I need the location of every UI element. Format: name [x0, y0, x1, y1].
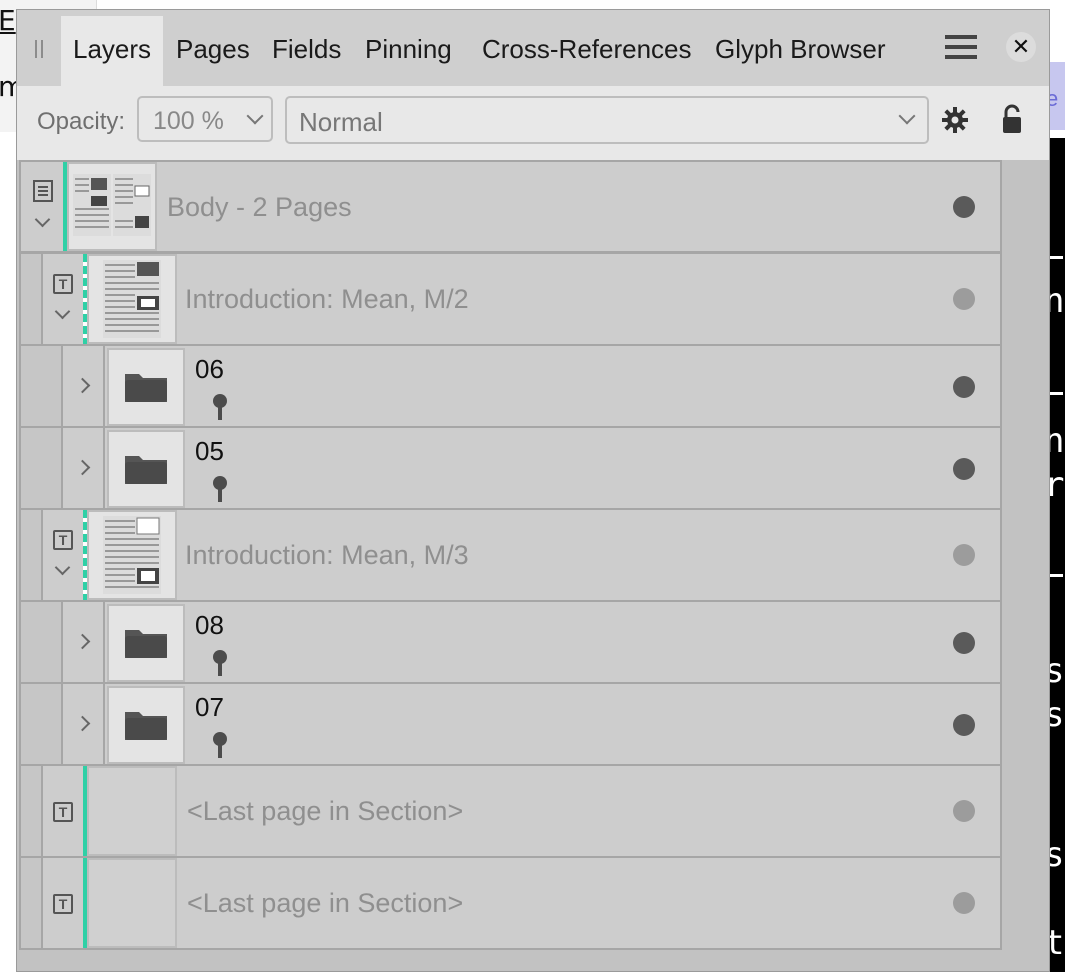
pin-icon [213, 650, 227, 676]
indent-rail [21, 510, 43, 600]
lock-icon[interactable] [1001, 104, 1023, 134]
drag-handle-icon[interactable] [35, 40, 43, 58]
chevron-right-icon[interactable] [74, 715, 91, 732]
page-thumbnail [87, 254, 177, 344]
layer-name: Introduction: Mean, M/3 [185, 540, 469, 570]
layer-row[interactable]: 06 [19, 344, 1002, 428]
indent-rail [41, 684, 63, 764]
background-divider [1049, 256, 1063, 259]
close-icon[interactable]: ✕ [1006, 32, 1036, 62]
indent-rail [41, 346, 63, 426]
row-divider [103, 602, 105, 682]
layer-row[interactable]: T <Last page in Section> [19, 856, 1002, 950]
layers-list: Body - 2 Pages T Introduction: Mean, M/2 [17, 160, 1003, 950]
tab-layers[interactable]: Layers [61, 16, 163, 86]
layer-name: Introduction: Mean, M/2 [185, 284, 469, 314]
chevron-right-icon[interactable] [74, 633, 91, 650]
group-thumbnail [107, 430, 185, 508]
pin-icon [213, 732, 227, 758]
indent-rail [21, 428, 43, 508]
folder-icon [125, 712, 167, 740]
chevron-down-icon[interactable] [54, 303, 71, 320]
indent-rail [41, 428, 63, 508]
chevron-down-icon [246, 107, 264, 125]
visibility-dot[interactable] [953, 376, 975, 398]
visibility-dot[interactable] [953, 892, 975, 914]
blend-mode-dropdown[interactable]: Normal [285, 96, 929, 144]
layer-row[interactable]: Body - 2 Pages [19, 160, 1002, 253]
layer-row[interactable]: 08 [19, 600, 1002, 684]
folder-icon [125, 456, 167, 484]
opacity-label: Opacity: [37, 108, 126, 135]
panel-tab-bar: Layers Pages Fields Pinning Cross-Refere… [17, 10, 1049, 86]
visibility-dot[interactable] [953, 458, 975, 480]
page-list-icon [33, 180, 53, 202]
row-divider [103, 428, 105, 508]
indent-rail [21, 858, 43, 948]
indent-rail [21, 254, 43, 344]
text-frame-icon: T [53, 274, 73, 294]
tab-cross-references[interactable]: Cross-References [470, 16, 704, 86]
background-text-fragment: E [0, 4, 16, 37]
layers-panel: Layers Pages Fields Pinning Cross-Refere… [16, 9, 1050, 972]
chevron-right-icon[interactable] [74, 459, 91, 476]
row-divider [103, 346, 105, 426]
gear-icon[interactable] [941, 106, 969, 134]
layer-row[interactable]: 07 [19, 682, 1002, 766]
layer-name: 07 [195, 692, 224, 722]
page-thumbnail [87, 510, 177, 600]
indent-rail [21, 766, 43, 856]
layer-row[interactable]: T <Last page in Section> [19, 764, 1002, 858]
chevron-down-icon [898, 107, 916, 125]
folder-icon [125, 374, 167, 402]
group-thumbnail [107, 348, 185, 426]
blend-mode-value: Normal [299, 107, 383, 137]
group-thumbnail [107, 686, 185, 764]
background-divider [1049, 392, 1063, 395]
layer-name: 08 [195, 610, 224, 640]
folder-icon [125, 630, 167, 658]
tab-pages[interactable]: Pages [164, 16, 262, 86]
layer-name: 06 [195, 354, 224, 384]
visibility-dot[interactable] [953, 544, 975, 566]
layer-name: 05 [195, 436, 224, 466]
tab-pinning[interactable]: Pinning [353, 16, 464, 86]
text-frame-icon: T [53, 894, 73, 914]
layers-toolbar: Opacity: 100 % Normal [17, 86, 1049, 160]
visibility-dot[interactable] [953, 800, 975, 822]
layer-name: <Last page in Section> [187, 888, 464, 918]
visibility-dot[interactable] [953, 196, 975, 218]
chevron-down-icon[interactable] [54, 559, 71, 576]
layer-row[interactable]: 05 [19, 426, 1002, 510]
pin-icon [213, 476, 227, 502]
panel-menu-icon[interactable] [945, 35, 977, 61]
group-thumbnail [107, 604, 185, 682]
pin-icon [213, 394, 227, 420]
text-frame-icon: T [53, 802, 73, 822]
row-divider [103, 684, 105, 764]
layer-name: <Last page in Section> [187, 796, 464, 826]
visibility-dot[interactable] [953, 632, 975, 654]
layer-row[interactable]: T Introduction: Mean, M/3 [19, 508, 1002, 602]
visibility-dot[interactable] [953, 288, 975, 310]
opacity-value: 100 % [153, 107, 224, 135]
indent-rail [21, 602, 43, 682]
page-thumbnail [87, 858, 177, 948]
spread-thumbnail [67, 162, 157, 251]
page-thumbnail [87, 766, 177, 856]
tab-fields[interactable]: Fields [260, 16, 353, 86]
chevron-down-icon[interactable] [34, 211, 51, 228]
opacity-dropdown[interactable]: 100 % [137, 96, 273, 142]
layer-row[interactable]: T Introduction: Mean, M/2 [19, 252, 1002, 346]
indent-rail [21, 346, 43, 426]
indent-rail [41, 602, 63, 682]
layer-name: Body - 2 Pages [167, 192, 352, 222]
visibility-dot[interactable] [953, 714, 975, 736]
indent-rail [21, 684, 43, 764]
text-frame-icon: T [53, 530, 73, 550]
tab-glyph-browser[interactable]: Glyph Browser [703, 16, 898, 86]
background-divider [1049, 574, 1063, 577]
chevron-right-icon[interactable] [74, 377, 91, 394]
